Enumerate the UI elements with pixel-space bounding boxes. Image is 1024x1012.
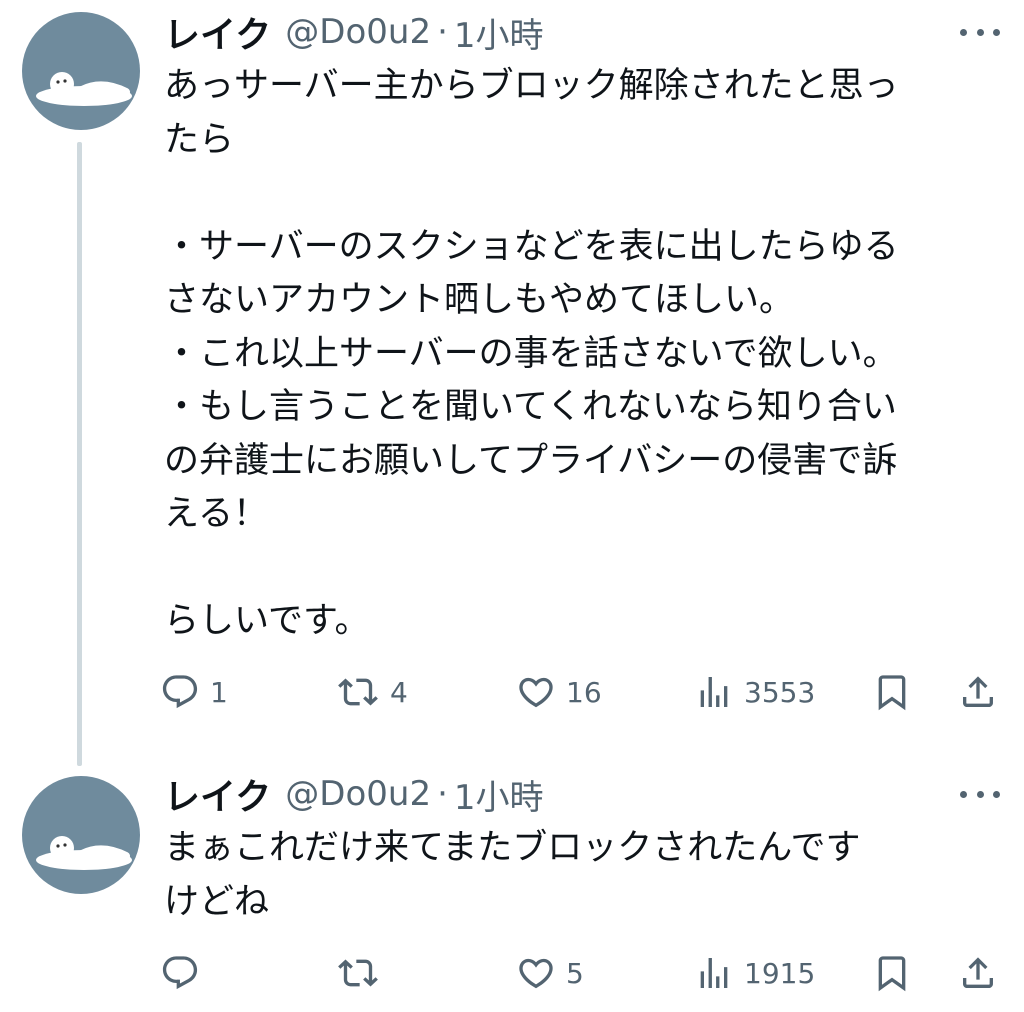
author-handle[interactable]: @Do0u2	[285, 774, 431, 814]
share-button[interactable]	[958, 948, 998, 998]
reply-button[interactable]	[160, 948, 210, 998]
views-icon	[700, 958, 728, 988]
text-line: さないアカウント晒しもやめてほしい。	[164, 280, 795, 320]
tweet-text: まぁこれだけ来てまたブロックされたんです けどね	[164, 822, 1004, 929]
text-line: けどね	[164, 881, 270, 922]
share-icon	[963, 957, 993, 988]
author-name[interactable]: レイク	[164, 6, 271, 58]
retweet-icon	[338, 678, 378, 706]
more-icon[interactable]	[960, 22, 1000, 42]
bookmark-icon	[878, 956, 906, 992]
retweet-icon	[338, 959, 378, 987]
avatar[interactable]	[22, 776, 140, 894]
like-count: 5	[566, 956, 584, 990]
reply-count: 1	[210, 675, 228, 709]
retweet-button[interactable]: 4	[336, 667, 408, 717]
bookmark-button[interactable]	[872, 948, 912, 998]
reply-icon	[162, 675, 198, 709]
avatar-character-icon	[36, 72, 132, 106]
separator: ·	[437, 12, 448, 52]
text-line: ・これ以上サーバーの事を話さないで欲しい。	[164, 333, 898, 374]
text-line	[164, 167, 1004, 221]
like-icon	[519, 958, 553, 989]
text-line: の弁護士にお願いしてプライバシーの侵害で訴	[164, 440, 898, 481]
text-line: らしいです。	[164, 601, 370, 641]
views-count: 3553	[744, 675, 816, 709]
bookmark-icon	[878, 675, 906, 711]
text-line: あっサーバー主からブロック解除されたと思っ	[164, 66, 899, 106]
thread-line	[77, 142, 82, 766]
like-button[interactable]: 16	[516, 667, 602, 717]
reply-button[interactable]: 1	[160, 667, 228, 717]
reply-icon	[162, 956, 198, 990]
tweet-header: レイク @Do0u2 · 1小時	[164, 11, 544, 56]
avatar[interactable]	[22, 12, 140, 130]
views-button[interactable]: 1915	[694, 948, 815, 998]
timestamp[interactable]: 1小時	[454, 8, 544, 57]
retweet-count: 4	[390, 675, 408, 709]
tweet-text: あっサーバー主からブロック解除されたと思っ たら ・サーバーのスクショなどを表に…	[164, 60, 1004, 649]
retweet-button[interactable]	[336, 948, 390, 998]
timestamp[interactable]: 1小時	[454, 770, 544, 819]
share-icon	[963, 676, 993, 707]
text-line: ・サーバーのスクショなどを表に出したらゆる	[164, 226, 899, 267]
text-line: える！	[164, 494, 268, 534]
share-button[interactable]	[958, 667, 998, 717]
action-bar: 1 4 16 3553	[160, 667, 1004, 717]
like-button[interactable]: 5	[516, 948, 584, 998]
like-icon	[519, 677, 553, 708]
text-line	[164, 542, 1004, 596]
views-button[interactable]: 3553	[694, 667, 815, 717]
author-name[interactable]: レイク	[164, 768, 271, 820]
views-count: 1915	[744, 956, 816, 990]
author-handle[interactable]: @Do0u2	[285, 12, 431, 52]
action-bar: 5 1915	[160, 948, 1004, 998]
more-icon[interactable]	[960, 784, 1000, 804]
avatar-character-icon	[36, 836, 132, 870]
text-line: まぁこれだけ来てまたブロックされたんです	[164, 828, 861, 868]
like-count: 16	[566, 675, 602, 709]
separator: ·	[437, 774, 448, 814]
text-line: たら	[164, 119, 235, 160]
tweet-header: レイク @Do0u2 · 1小時	[164, 773, 544, 818]
text-line: ・もし言うことを聞いてくれないなら知り合い	[164, 387, 897, 427]
bookmark-button[interactable]	[872, 667, 912, 717]
views-icon	[700, 677, 728, 707]
